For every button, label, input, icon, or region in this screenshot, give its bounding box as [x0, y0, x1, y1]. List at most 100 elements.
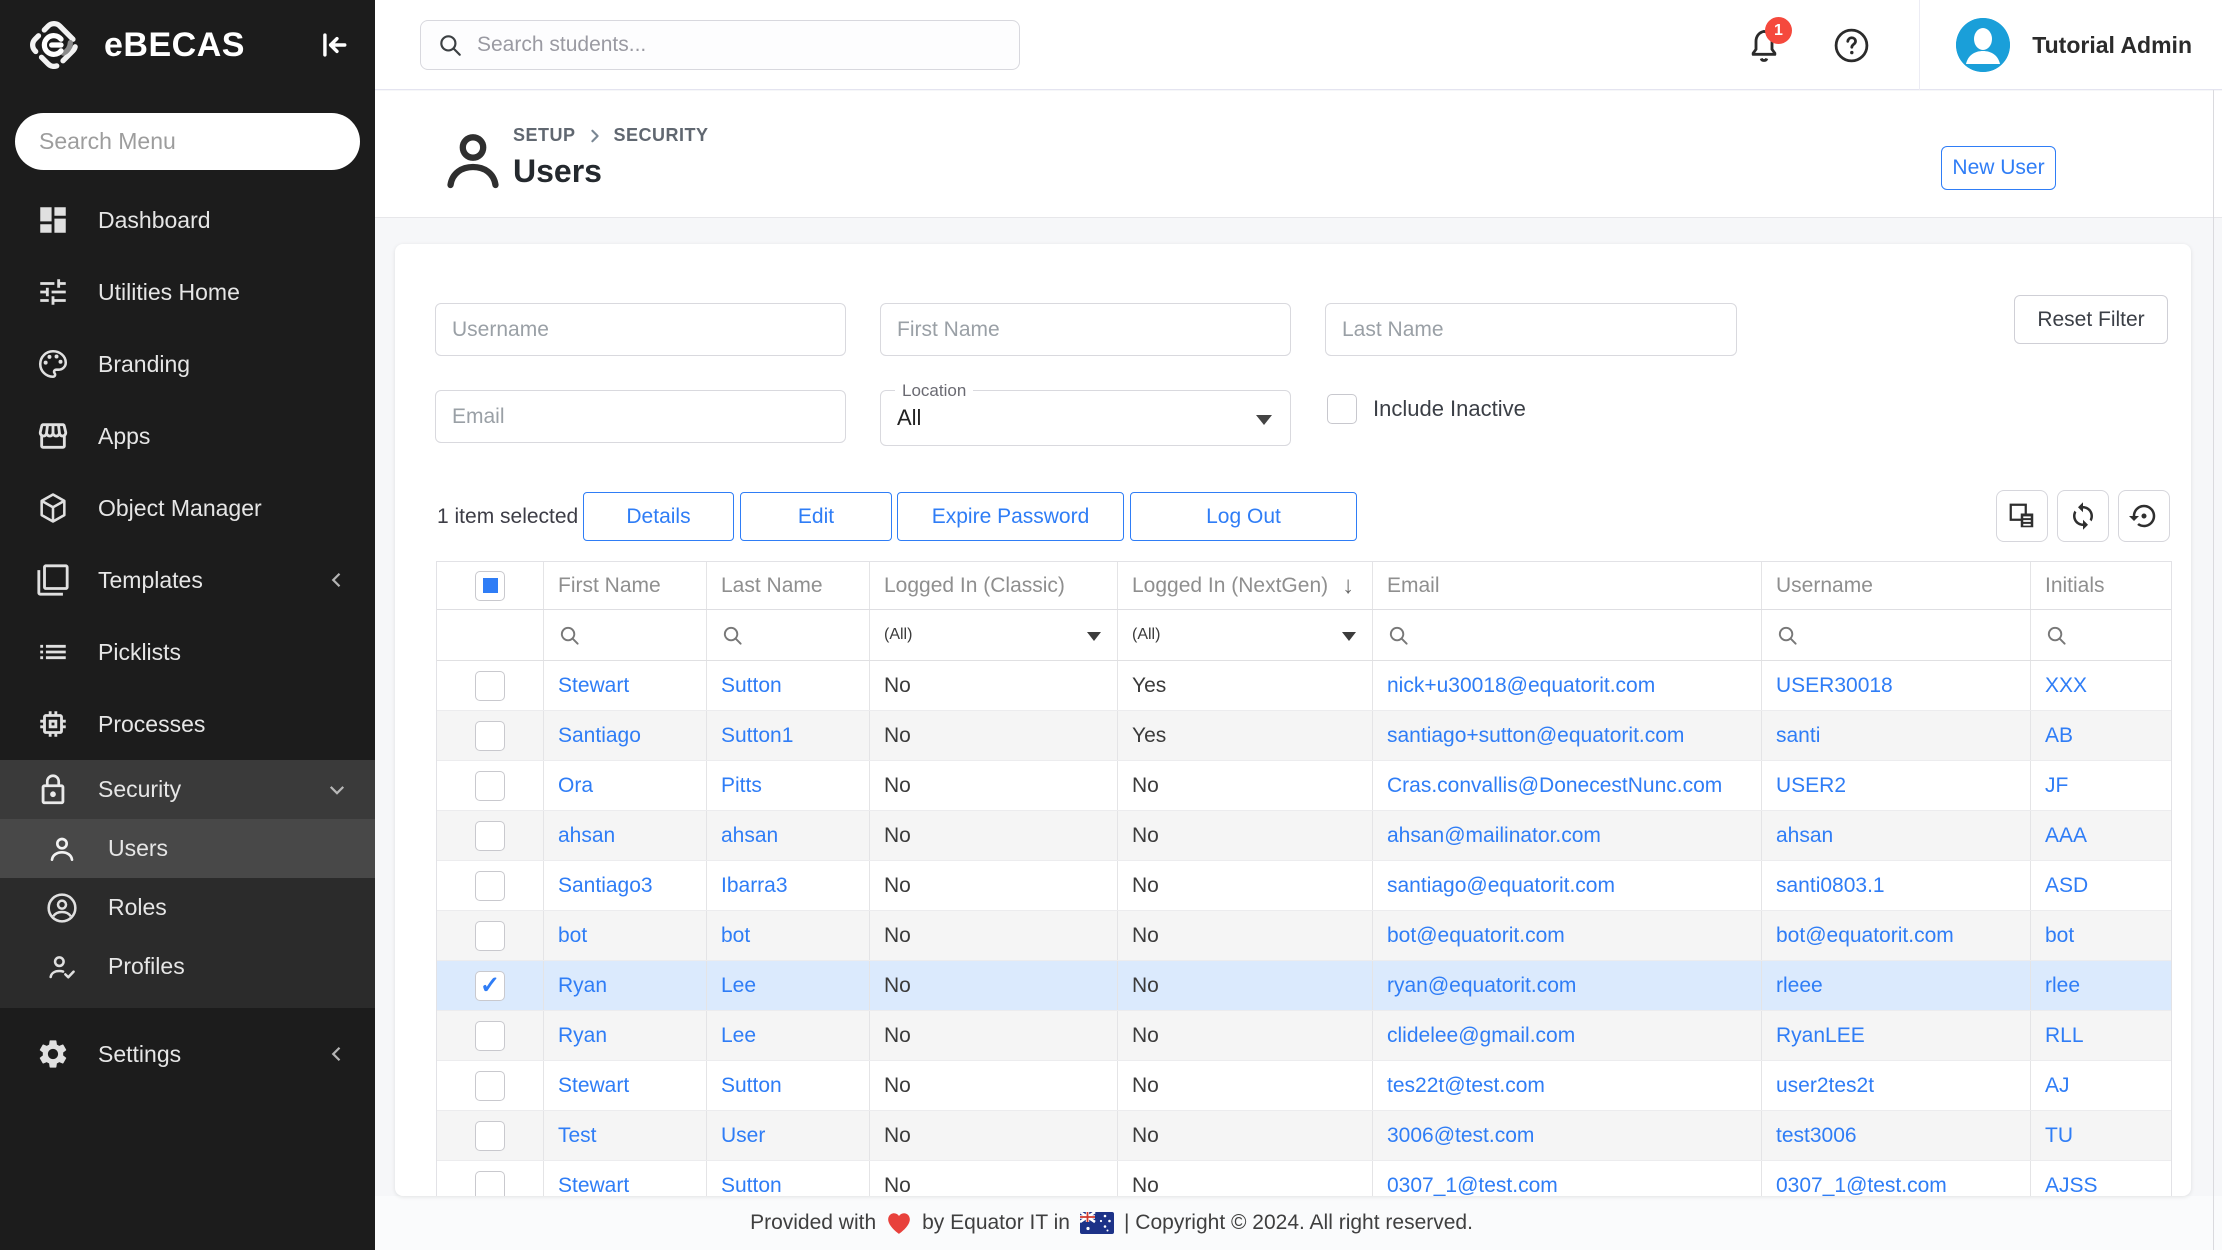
cell-username[interactable]: 0307_1@test.com	[1762, 1161, 2031, 1196]
column-chooser-button[interactable]	[1996, 490, 2048, 542]
notifications-button[interactable]: 1	[1744, 26, 1784, 66]
filter-classic-dropdown[interactable]: (All)	[870, 610, 1118, 660]
avatar[interactable]	[1956, 18, 2010, 72]
sidebar-item-security[interactable]: Security	[0, 760, 375, 819]
table-row[interactable]: botbotNoNobot@equatorit.combot@equatorit…	[437, 911, 2171, 961]
table-row[interactable]: SantiagoSutton1NoYessantiago+sutton@equa…	[437, 711, 2171, 761]
cell-initials[interactable]: ASD	[2031, 861, 2171, 910]
sidebar-collapse-icon[interactable]	[315, 28, 349, 62]
sidebar-item-dashboard[interactable]: Dashboard	[0, 184, 375, 256]
cell-email[interactable]: ryan@equatorit.com	[1373, 961, 1762, 1010]
cell-first-name[interactable]: Test	[544, 1111, 707, 1160]
row-checkbox[interactable]	[475, 671, 505, 701]
sidebar-item-users[interactable]: Users	[0, 819, 375, 878]
cell-last-name[interactable]: Sutton	[707, 661, 870, 710]
location-select[interactable]: Location All	[880, 390, 1291, 446]
cell-initials[interactable]: TU	[2031, 1111, 2171, 1160]
row-checkbox-cell[interactable]	[437, 1111, 544, 1160]
history-button[interactable]	[2118, 490, 2170, 542]
cell-initials[interactable]: AJSS	[2031, 1161, 2171, 1196]
cell-email[interactable]: 0307_1@test.com	[1373, 1161, 1762, 1196]
cell-first-name[interactable]: Stewart	[544, 1161, 707, 1196]
table-row[interactable]: RyanLeeNoNoryan@equatorit.comrleeerlee	[437, 961, 2171, 1011]
filter-initials-cell[interactable]	[2031, 610, 2171, 660]
filter-first-name-input[interactable]	[880, 303, 1291, 356]
cell-username[interactable]: RyanLEE	[1762, 1011, 2031, 1060]
cell-email[interactable]: santiago@equatorit.com	[1373, 861, 1762, 910]
row-checkbox[interactable]	[475, 821, 505, 851]
cell-email[interactable]: Cras.convallis@DonecestNunc.com	[1373, 761, 1762, 810]
cell-username[interactable]: rleee	[1762, 961, 2031, 1010]
cell-first-name[interactable]: Ryan	[544, 961, 707, 1010]
cell-last-name[interactable]: ahsan	[707, 811, 870, 860]
sidebar-item-templates[interactable]: Templates	[0, 544, 375, 616]
filter-last-name-input[interactable]	[1325, 303, 1737, 356]
row-checkbox[interactable]	[475, 871, 505, 901]
row-checkbox-cell[interactable]	[437, 1161, 544, 1196]
select-all-checkbox[interactable]	[475, 571, 505, 601]
cell-first-name[interactable]: Santiago	[544, 711, 707, 760]
row-checkbox-cell[interactable]	[437, 861, 544, 910]
filter-email-cell[interactable]	[1373, 610, 1762, 660]
cell-first-name[interactable]: ahsan	[544, 811, 707, 860]
col-header-initials[interactable]: Initials	[2031, 562, 2171, 609]
table-row[interactable]: StewartSuttonNoNo0307_1@test.com0307_1@t…	[437, 1161, 2171, 1196]
col-header-email[interactable]: Email	[1373, 562, 1762, 609]
cell-email[interactable]: bot@equatorit.com	[1373, 911, 1762, 960]
cell-username[interactable]: santi	[1762, 711, 2031, 760]
user-name[interactable]: Tutorial Admin	[2032, 0, 2192, 90]
cell-email[interactable]: 3006@test.com	[1373, 1111, 1762, 1160]
include-inactive-checkbox[interactable]	[1327, 394, 1357, 424]
cell-last-name[interactable]: Sutton1	[707, 711, 870, 760]
breadcrumb-setup[interactable]: SETUP	[513, 125, 576, 146]
cell-username[interactable]: bot@equatorit.com	[1762, 911, 2031, 960]
row-checkbox[interactable]	[475, 1021, 505, 1051]
cell-email[interactable]: tes22t@test.com	[1373, 1061, 1762, 1110]
cell-first-name[interactable]: Ryan	[544, 1011, 707, 1060]
cell-email[interactable]: nick+u30018@equatorit.com	[1373, 661, 1762, 710]
cell-email[interactable]: santiago+sutton@equatorit.com	[1373, 711, 1762, 760]
cell-last-name[interactable]: Lee	[707, 1011, 870, 1060]
row-checkbox-cell[interactable]	[437, 1011, 544, 1060]
col-header-classic[interactable]: Logged In (Classic)	[870, 562, 1118, 609]
cell-email[interactable]: clidelee@gmail.com	[1373, 1011, 1762, 1060]
cell-username[interactable]: user2tes2t	[1762, 1061, 2031, 1110]
row-checkbox[interactable]	[475, 771, 505, 801]
select-all-cell[interactable]	[437, 562, 544, 609]
table-row[interactable]: TestUserNoNo3006@test.comtest3006TU	[437, 1111, 2171, 1161]
row-checkbox-cell[interactable]	[437, 811, 544, 860]
page-scrollbar[interactable]	[2213, 90, 2214, 1250]
cell-initials[interactable]: JF	[2031, 761, 2171, 810]
filter-nextgen-dropdown[interactable]: (All)	[1118, 610, 1373, 660]
cell-initials[interactable]: RLL	[2031, 1011, 2171, 1060]
cell-initials[interactable]: rlee	[2031, 961, 2171, 1010]
filter-username-input[interactable]	[435, 303, 846, 356]
sidebar-item-utilities-home[interactable]: Utilities Home	[0, 256, 375, 328]
expire-password-button[interactable]: Expire Password	[897, 492, 1124, 541]
col-header-username[interactable]: Username	[1762, 562, 2031, 609]
cell-last-name[interactable]: bot	[707, 911, 870, 960]
sidebar-item-apps[interactable]: Apps	[0, 400, 375, 472]
filter-last-name-cell[interactable]	[707, 610, 870, 660]
include-inactive[interactable]: Include Inactive	[1327, 394, 1526, 424]
row-checkbox-cell[interactable]	[437, 711, 544, 760]
sidebar-item-object-manager[interactable]: Object Manager	[0, 472, 375, 544]
cell-initials[interactable]: AJ	[2031, 1061, 2171, 1110]
sidebar-item-branding[interactable]: Branding	[0, 328, 375, 400]
cell-initials[interactable]: AAA	[2031, 811, 2171, 860]
table-row[interactable]: ahsanahsanNoNoahsan@mailinator.comahsanA…	[437, 811, 2171, 861]
row-checkbox-cell[interactable]	[437, 961, 544, 1010]
row-checkbox[interactable]	[475, 971, 505, 1001]
cell-initials[interactable]: bot	[2031, 911, 2171, 960]
refresh-button[interactable]	[2057, 490, 2109, 542]
filter-first-name-cell[interactable]	[544, 610, 707, 660]
cell-initials[interactable]: AB	[2031, 711, 2171, 760]
cell-first-name[interactable]: Stewart	[544, 661, 707, 710]
filter-username-cell[interactable]	[1762, 610, 2031, 660]
row-checkbox-cell[interactable]	[437, 661, 544, 710]
row-checkbox-cell[interactable]	[437, 911, 544, 960]
table-row[interactable]: OraPittsNoNoCras.convallis@DonecestNunc.…	[437, 761, 2171, 811]
row-checkbox-cell[interactable]	[437, 1061, 544, 1110]
edit-button[interactable]: Edit	[740, 492, 892, 541]
cell-last-name[interactable]: Pitts	[707, 761, 870, 810]
